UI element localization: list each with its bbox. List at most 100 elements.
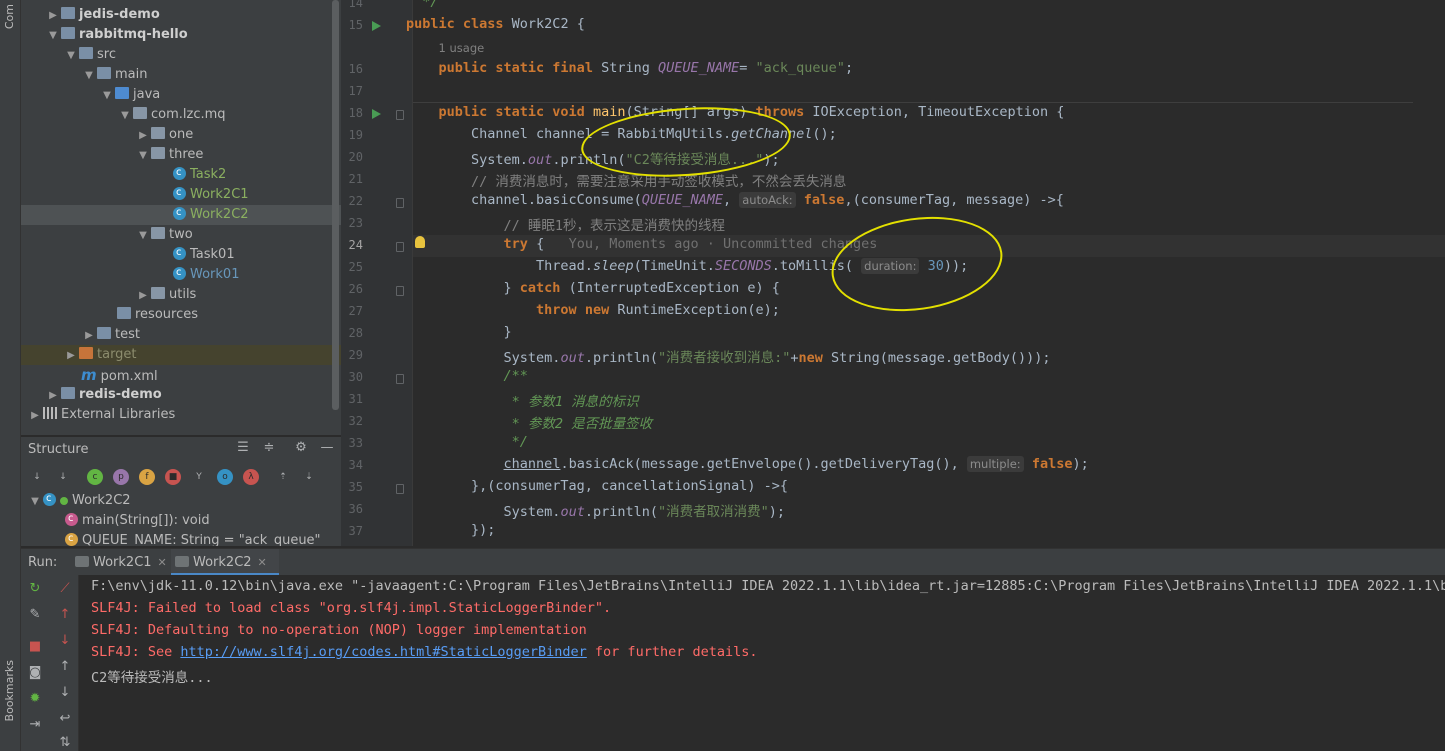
tree-item-test[interactable]: ▶ test bbox=[21, 325, 341, 345]
tree-item-pom-xml[interactable]: m pom.xml bbox=[21, 365, 341, 385]
code-line-15: public class Work2C2 { bbox=[406, 16, 585, 32]
run-console[interactable]: F:\env\jdk-11.0.12\bin\java.exe "-javaag… bbox=[80, 575, 1445, 751]
show-hierarchy-icon[interactable]: Y bbox=[191, 469, 207, 485]
tree-item-three[interactable]: ▼ three bbox=[21, 145, 341, 165]
tree-item-main[interactable]: ▼ main bbox=[21, 65, 341, 85]
line-number: 17 bbox=[348, 84, 363, 98]
chevron-down-icon[interactable]: ▼ bbox=[81, 66, 97, 86]
show-lambdas-icon[interactable]: λ bbox=[243, 469, 259, 485]
run-class-icon[interactable] bbox=[372, 21, 381, 31]
chevron-right-icon[interactable]: ▶ bbox=[63, 346, 79, 366]
tree-item-jedis-demo[interactable]: ▶ jedis-demo bbox=[21, 5, 341, 25]
chevron-down-icon[interactable]: ▼ bbox=[117, 106, 133, 126]
gear-icon[interactable]: ⚙ bbox=[293, 440, 309, 456]
source-folder-icon bbox=[115, 87, 129, 99]
show-properties-icon[interactable]: p bbox=[113, 469, 129, 485]
tree-item-java[interactable]: ▼ java bbox=[21, 85, 341, 105]
chevron-down-icon[interactable]: ▼ bbox=[99, 86, 115, 106]
chevron-right-icon[interactable]: ▶ bbox=[45, 6, 61, 26]
usage-hint[interactable]: 1 usage bbox=[439, 41, 485, 55]
package-icon bbox=[151, 127, 165, 139]
up-arrow-icon[interactable]: ↑ bbox=[57, 607, 73, 623]
chevron-right-icon[interactable]: ▶ bbox=[135, 126, 151, 146]
tree-item-two[interactable]: ▼ two bbox=[21, 225, 341, 245]
show-anonymous-icon[interactable]: o bbox=[217, 469, 233, 485]
chevron-down-icon[interactable]: ▼ bbox=[135, 226, 151, 246]
collapse-all-icon[interactable]: ≑ bbox=[261, 440, 277, 456]
down-arrow-icon[interactable]: ↓ bbox=[57, 633, 73, 649]
sort-icon[interactable]: ⇅ bbox=[57, 735, 73, 751]
tree-item-rabbitmq-hello[interactable]: ▼ rabbitmq-hello bbox=[21, 25, 341, 45]
rerun-icon[interactable]: ↻ bbox=[27, 581, 43, 597]
wrench-icon[interactable]: ✎ bbox=[27, 607, 43, 623]
close-icon[interactable]: ✕ bbox=[258, 556, 267, 569]
line-number: 31 bbox=[348, 392, 363, 406]
run-main-icon[interactable] bbox=[372, 109, 381, 119]
tree-item-resources[interactable]: resources bbox=[21, 305, 341, 325]
stop-icon[interactable]: ■ bbox=[27, 639, 43, 655]
line-number: 22 bbox=[348, 194, 363, 208]
scroll-down-icon[interactable]: ↓ bbox=[57, 685, 73, 701]
chevron-right-icon[interactable]: ▶ bbox=[135, 286, 151, 306]
chevron-down-icon[interactable]: ▼ bbox=[63, 46, 79, 66]
tree-item-work2c1[interactable]: Work2C1 bbox=[21, 183, 341, 205]
clear-marker-icon[interactable]: ⟋ bbox=[57, 581, 73, 597]
show-fields-icon[interactable]: f bbox=[139, 469, 155, 485]
tree-item-target[interactable]: ▶ target bbox=[21, 345, 341, 365]
fold-marker-icon[interactable] bbox=[396, 110, 404, 120]
fold-marker-icon[interactable] bbox=[396, 242, 404, 252]
tree-item-label: test bbox=[115, 327, 140, 342]
fold-marker-icon[interactable] bbox=[396, 198, 404, 208]
chevron-right-icon[interactable]: ▶ bbox=[45, 386, 61, 406]
folder-icon bbox=[97, 67, 111, 79]
fold-marker-icon[interactable] bbox=[396, 374, 404, 384]
tree-item-external-libraries[interactable]: ▶ External Libraries bbox=[21, 405, 341, 425]
structure-class-row[interactable]: ▼ Work2C2 bbox=[21, 489, 341, 512]
code-line-32: * 参数2 是否批量签收 bbox=[503, 416, 653, 432]
fold-marker-icon[interactable] bbox=[396, 286, 404, 296]
tree-item-task2[interactable]: Task2 bbox=[21, 163, 341, 185]
run-tab-work2c2[interactable]: Work2C2 ✕ bbox=[171, 549, 279, 576]
expand-all-icon[interactable]: ☰ bbox=[235, 440, 251, 456]
close-icon[interactable]: ✕ bbox=[158, 556, 167, 569]
tree-item-task01[interactable]: Task01 bbox=[21, 243, 341, 265]
sort-alpha-icon[interactable]: ↓ bbox=[29, 469, 45, 485]
tree-item-work01[interactable]: Work01 bbox=[21, 263, 341, 285]
show-non-public-icon[interactable]: ■ bbox=[165, 469, 181, 485]
camera-icon[interactable]: ◙ bbox=[27, 665, 43, 681]
minimize-icon[interactable]: — bbox=[319, 440, 335, 456]
autoscroll-from-source-icon[interactable]: ⇣ bbox=[301, 469, 317, 485]
bookmarks-tool-label[interactable]: Bookmarks bbox=[3, 660, 16, 721]
chevron-right-icon[interactable]: ▶ bbox=[27, 406, 43, 426]
chevron-right-icon[interactable]: ▶ bbox=[81, 326, 97, 346]
code-editor[interactable]: 14 15 16 17 18 19 20 21 22 23 24 25 26 2… bbox=[341, 0, 1445, 546]
tree-item-com-lzc-mq[interactable]: ▼ com.lzc.mq bbox=[21, 105, 341, 125]
console-error-line: SLF4J: See http://www.slf4j.org/codes.ht… bbox=[91, 644, 757, 660]
soft-wrap-icon[interactable]: ↩ bbox=[57, 711, 73, 727]
debug-icon[interactable]: ✹ bbox=[27, 691, 43, 707]
show-inherited-icon[interactable]: c bbox=[87, 469, 103, 485]
tree-item-work2c2[interactable]: Work2C2 bbox=[21, 203, 341, 225]
autoscroll-to-source-icon[interactable]: ⇡ bbox=[275, 469, 291, 485]
chevron-down-icon[interactable]: ▼ bbox=[27, 492, 43, 512]
chevron-down-icon[interactable]: ▼ bbox=[45, 26, 61, 46]
commit-tool-label[interactable]: Com bbox=[3, 4, 16, 29]
tree-item-redis-demo[interactable]: ▶ redis-demo bbox=[21, 385, 341, 405]
scroll-up-icon[interactable]: ↑ bbox=[57, 659, 73, 675]
tree-item-utils[interactable]: ▶ utils bbox=[21, 285, 341, 305]
slf4j-link[interactable]: http://www.slf4j.org/codes.html#StaticLo… bbox=[180, 644, 586, 660]
structure-member-queue-name[interactable]: QUEUE_NAME: String = "ack_queue" bbox=[21, 529, 341, 546]
structure-member-main[interactable]: main(String[]): void bbox=[21, 509, 341, 531]
fold-marker-icon[interactable] bbox=[396, 484, 404, 494]
project-scrollbar[interactable] bbox=[332, 0, 339, 410]
tree-item-one[interactable]: ▶ one bbox=[21, 125, 341, 145]
line-number: 21 bbox=[348, 172, 363, 186]
run-tab-work2c1[interactable]: Work2C1 ✕ bbox=[71, 549, 169, 576]
exit-icon[interactable]: ⇥ bbox=[27, 717, 43, 733]
tree-item-label: rabbitmq-hello bbox=[79, 27, 188, 42]
tree-item-label: Work2C2 bbox=[190, 207, 249, 222]
left-tool-strip: Com Bookmarks bbox=[0, 0, 21, 751]
chevron-down-icon[interactable]: ▼ bbox=[135, 146, 151, 166]
tree-item-src[interactable]: ▼ src bbox=[21, 45, 341, 65]
sort-visibility-icon[interactable]: ↓ bbox=[55, 469, 71, 485]
